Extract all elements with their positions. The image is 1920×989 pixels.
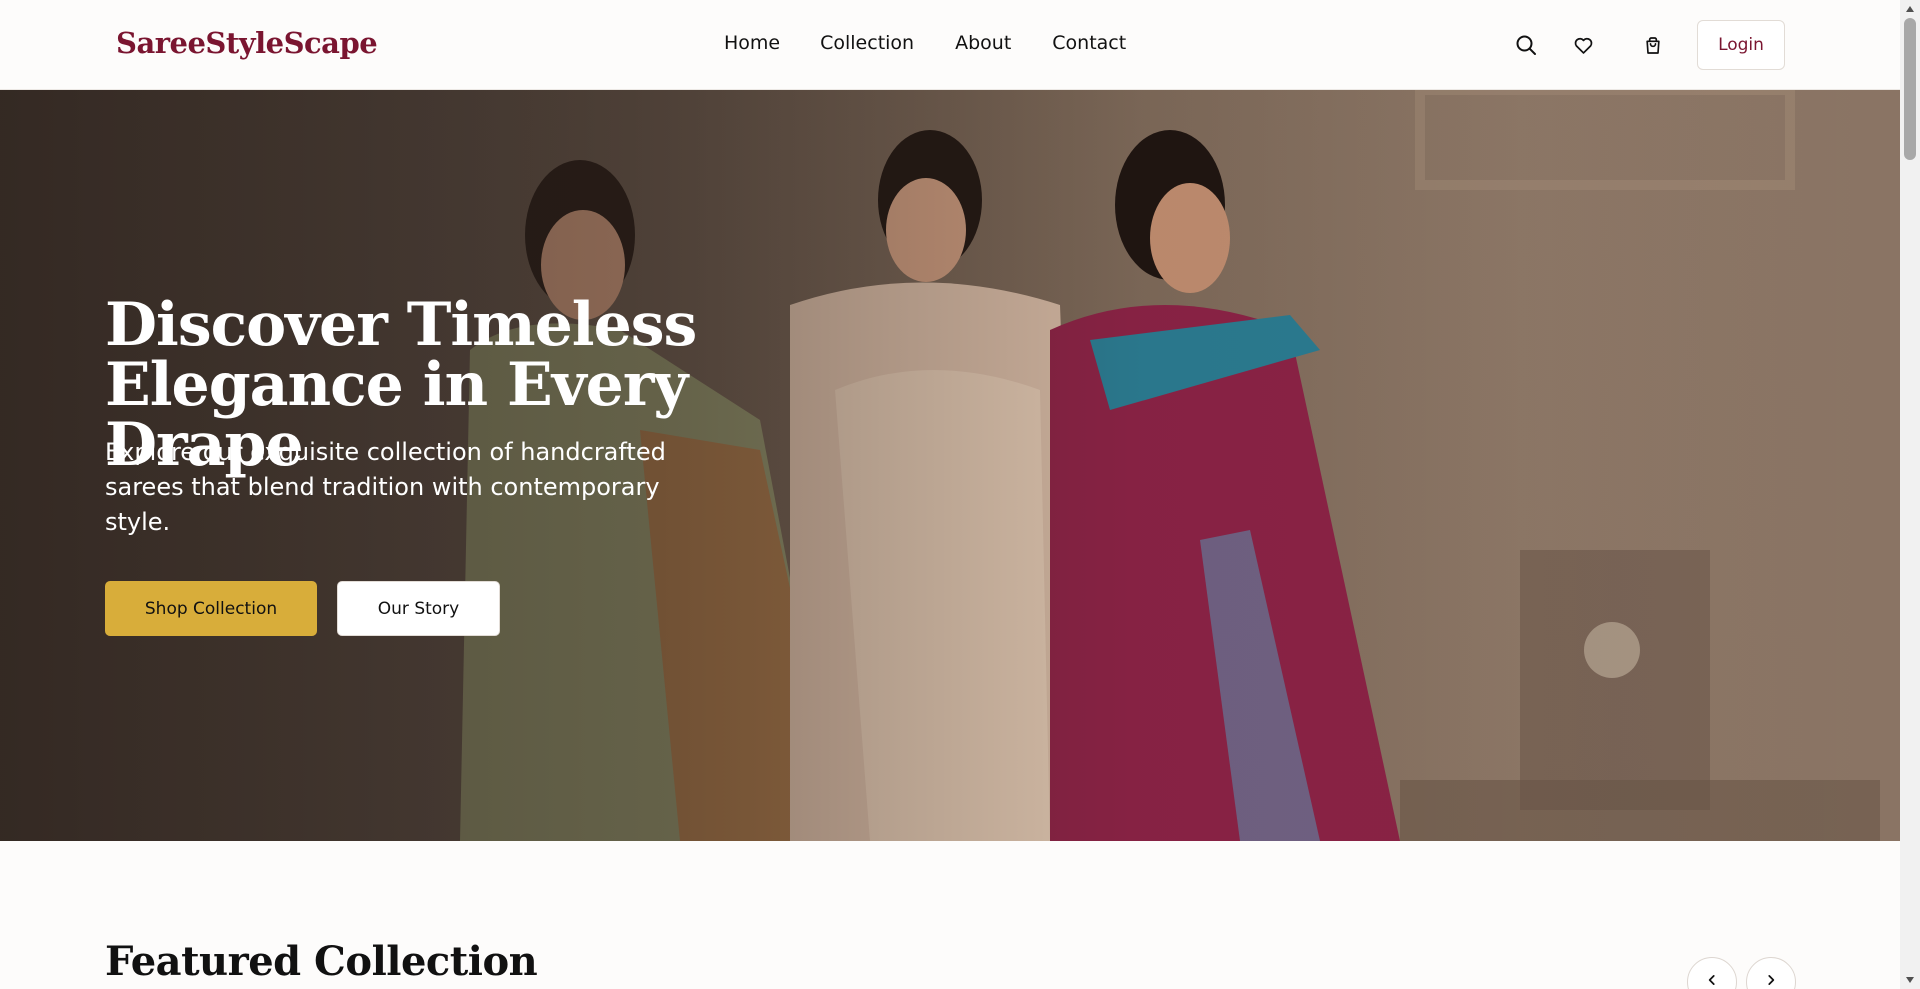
featured-collection-title: Featured Collection: [105, 938, 538, 985]
main-nav: Home Collection About Contact: [724, 32, 1167, 54]
carousel-next-button[interactable]: [1746, 957, 1796, 989]
page-scrollbar[interactable]: [1900, 0, 1920, 989]
carousel-prev-button[interactable]: [1687, 957, 1737, 989]
nav-about[interactable]: About: [955, 32, 1011, 54]
header-actions: [1511, 30, 1668, 60]
chevron-left-icon: [1705, 973, 1719, 989]
site-logo[interactable]: SareeStyleScape: [116, 26, 378, 60]
search-icon[interactable]: [1511, 30, 1541, 60]
our-story-button[interactable]: Our Story: [337, 581, 500, 636]
hero-section: Discover Timeless Elegance in Every Drap…: [0, 90, 1900, 841]
login-button[interactable]: Login: [1697, 20, 1785, 70]
site-header: SareeStyleScape Home Collection About Co…: [0, 0, 1900, 90]
scroll-up-arrow-icon[interactable]: [1900, 0, 1920, 18]
nav-collection[interactable]: Collection: [820, 32, 914, 54]
heart-icon[interactable]: [1568, 30, 1598, 60]
nav-contact[interactable]: Contact: [1052, 32, 1126, 54]
nav-home[interactable]: Home: [724, 32, 780, 54]
hero-subtitle: Explore our exquisite collection of hand…: [105, 438, 666, 536]
scrollbar-thumb[interactable]: [1904, 18, 1916, 160]
chevron-right-icon: [1764, 973, 1778, 989]
shop-collection-button[interactable]: Shop Collection: [105, 581, 317, 636]
scroll-down-arrow-icon[interactable]: [1900, 971, 1920, 989]
shopping-bag-icon[interactable]: [1638, 30, 1668, 60]
